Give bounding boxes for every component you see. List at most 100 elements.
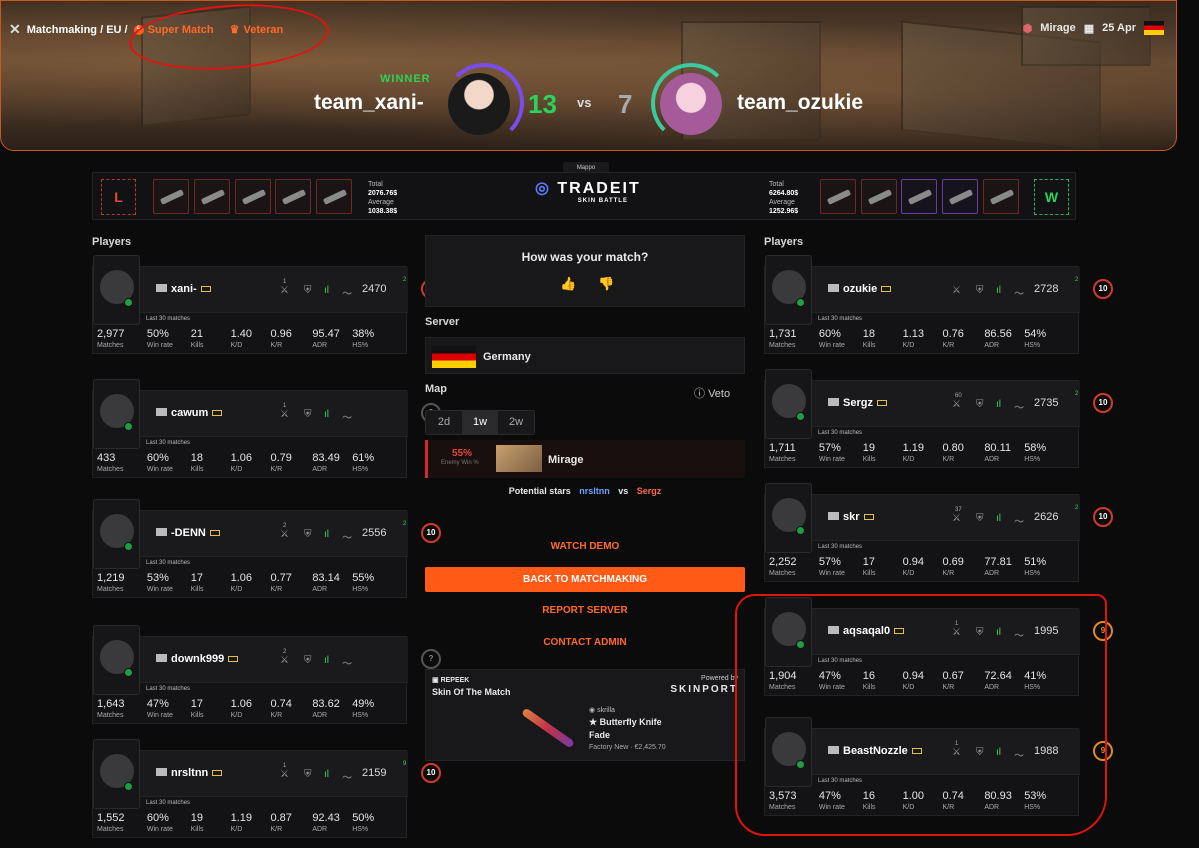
player-avatar[interactable] [93, 499, 140, 569]
skin-of-match-card[interactable]: ▣ REPEEK Skin Of The Match Powered by SK… [425, 669, 745, 761]
last-30-label: Last 30 matches [818, 430, 863, 436]
player-name-row[interactable]: -DENN [156, 527, 220, 539]
player-avatar[interactable] [765, 369, 812, 439]
veto-link[interactable]: ⓘ Veto [694, 385, 730, 401]
player-avatar[interactable] [93, 255, 140, 325]
battery-icon [212, 770, 223, 777]
skin-slot[interactable] [901, 179, 937, 214]
skinport-logo: SKINPORT [670, 684, 738, 695]
watch-demo-link[interactable]: WATCH DEMO [425, 541, 745, 552]
right-players-title: Players [764, 236, 804, 248]
player-name-row[interactable]: nrsltnn [156, 767, 223, 779]
team1-name[interactable]: team_xani- [314, 91, 424, 115]
star-left[interactable]: nrsltnn [579, 486, 610, 496]
player-name: Sergz [843, 397, 873, 409]
map-row[interactable]: 55% Enemy Win % Mirage [425, 440, 745, 478]
player-name: xani- [171, 283, 197, 295]
stat-hs: 38% HS% [352, 328, 375, 349]
back-to-matchmaking-button[interactable]: BACK TO MATCHMAKING [425, 567, 745, 592]
skin-slot[interactable] [942, 179, 978, 214]
swords-icon: ⚔ [280, 769, 289, 780]
skin-slot[interactable] [275, 179, 311, 214]
battery-icon [212, 410, 223, 417]
skin-slot[interactable] [316, 179, 352, 214]
breadcrumb[interactable]: Matchmaking / EU / [27, 24, 128, 36]
player-name: nrsltnn [171, 767, 209, 779]
elo-change: 2 [1075, 505, 1079, 511]
stat-hs: 61% HS% [352, 452, 375, 473]
skin-slot[interactable] [235, 179, 271, 214]
thumbs-up-icon[interactable]: 👍 [560, 276, 576, 292]
feedback-box: How was your match? 👍 👎 [425, 235, 745, 307]
player-name-row[interactable]: downk999 [156, 653, 239, 665]
stat-adr: 83.14 ADR [312, 572, 340, 593]
skin-slot[interactable] [820, 179, 856, 214]
team2-avatar [660, 73, 722, 135]
team1-avatar [448, 73, 510, 135]
player-card[interactable]: Sergz 60 ⚔ ⛨ ıl 〜 2735 2 10 Last 30 matc… [764, 369, 1113, 468]
last-30-label: Last 30 matches [146, 316, 191, 322]
report-server-link[interactable]: REPORT SERVER [425, 605, 745, 616]
player-name-row[interactable]: ozukie [828, 283, 892, 295]
player-name-row[interactable]: skr [828, 511, 874, 523]
stat-kd: 1.13 K/D [902, 328, 924, 349]
player-name-row[interactable]: xani- [156, 283, 211, 295]
player-stats: 2,977 Matches 50% Win rate 21 Kills 1.40 K/D… [97, 328, 402, 349]
tab-2w[interactable]: 2w [498, 411, 534, 434]
tab-1w[interactable]: 1w [462, 411, 498, 434]
player-card[interactable]: skr 37 ⚔ ⛨ ıl 〜 2626 2 10 Last 30 matche… [764, 483, 1113, 582]
stat-adr: 86.56 ADR [984, 328, 1012, 349]
player-avatar[interactable] [93, 379, 140, 449]
last-30-label: Last 30 matches [146, 560, 191, 566]
stat-matches: 433 Matches [97, 452, 124, 473]
stat-winrate: 57% Win rate [818, 442, 845, 463]
skin-slot[interactable] [983, 179, 1019, 214]
tab-2d[interactable]: 2d [426, 411, 462, 434]
player-header: cawum 1 ⚔ ⛨ ıl 〜 ? [140, 391, 441, 437]
stat-kills: 18 Kills [190, 452, 204, 473]
player-card[interactable]: xani- 1 ⚔ ⛨ ıl 〜 2470 2 10 Last 30 match… [92, 255, 441, 354]
map-name: Mirage [1040, 22, 1076, 34]
star-right[interactable]: Sergz [637, 486, 662, 496]
skin-slot[interactable] [194, 179, 230, 214]
level-badge: 10 [1093, 507, 1113, 527]
thumbs-down-icon[interactable]: 👎 [598, 276, 614, 292]
player-card[interactable]: cawum 1 ⚔ ⛨ ıl 〜 ? Last 30 matches 433Ma… [92, 379, 441, 478]
stat-kills: 19 Kills [190, 812, 204, 833]
signal-icon: ıl [996, 285, 1001, 296]
player-name-row[interactable]: cawum [156, 407, 223, 419]
swords-icon: ⚔ [280, 409, 289, 420]
signal-icon: ıl [324, 285, 329, 296]
player-avatar[interactable] [93, 739, 140, 809]
country-flag-icon [156, 284, 167, 292]
skin-slot[interactable] [861, 179, 897, 214]
battery-icon [200, 286, 211, 293]
swords-icon: ⚔ [280, 285, 289, 296]
skin-slot[interactable] [153, 179, 189, 214]
shield-icon: ⛨ [976, 399, 984, 410]
player-card[interactable]: ozukie ⚔ ⛨ ıl 〜 2728 2 10 Last 30 matche… [764, 255, 1113, 354]
player-header: ozukie ⚔ ⛨ ıl 〜 2728 2 10 [812, 267, 1113, 313]
player-avatar[interactable] [93, 625, 140, 695]
player-avatar[interactable] [765, 255, 812, 325]
contact-admin-link[interactable]: CONTACT ADMIN [425, 637, 745, 648]
player-card[interactable]: downk999 2 ⚔ ⛨ ıl 〜 ? Last 30 matches 1,… [92, 625, 441, 724]
player-name-row[interactable]: Sergz [828, 397, 887, 409]
player-name: cawum [171, 407, 209, 419]
close-icon[interactable]: ✕ [9, 21, 21, 38]
shield-icon: ⛨ [304, 285, 312, 296]
player-avatar[interactable] [765, 483, 812, 553]
team2-name[interactable]: team_ozukie [737, 91, 863, 115]
stat-kr: 0.74 K/R [270, 698, 292, 719]
country-flag-icon [156, 768, 167, 776]
player-card[interactable]: -DENN 2 ⚔ ⛨ ıl 〜 2556 2 10 Last 30 match… [92, 499, 441, 598]
signal-icon: ıl [324, 655, 329, 666]
player-card[interactable]: nrsltnn 1 ⚔ ⛨ ıl 〜 2159 9 10 Last 30 mat… [92, 739, 441, 838]
server-name: Germany [483, 351, 531, 363]
stat-kd: 1.19 K/D [230, 812, 252, 833]
stat-matches: 2,252 Matches [769, 556, 797, 577]
last-30-label: Last 30 matches [146, 800, 191, 806]
player-header: downk999 2 ⚔ ⛨ ıl 〜 ? [140, 637, 441, 683]
win-badge: W [1034, 179, 1069, 215]
tradeit-logo[interactable]: ◎ TRADEIT SKIN BATTLE [535, 178, 641, 204]
